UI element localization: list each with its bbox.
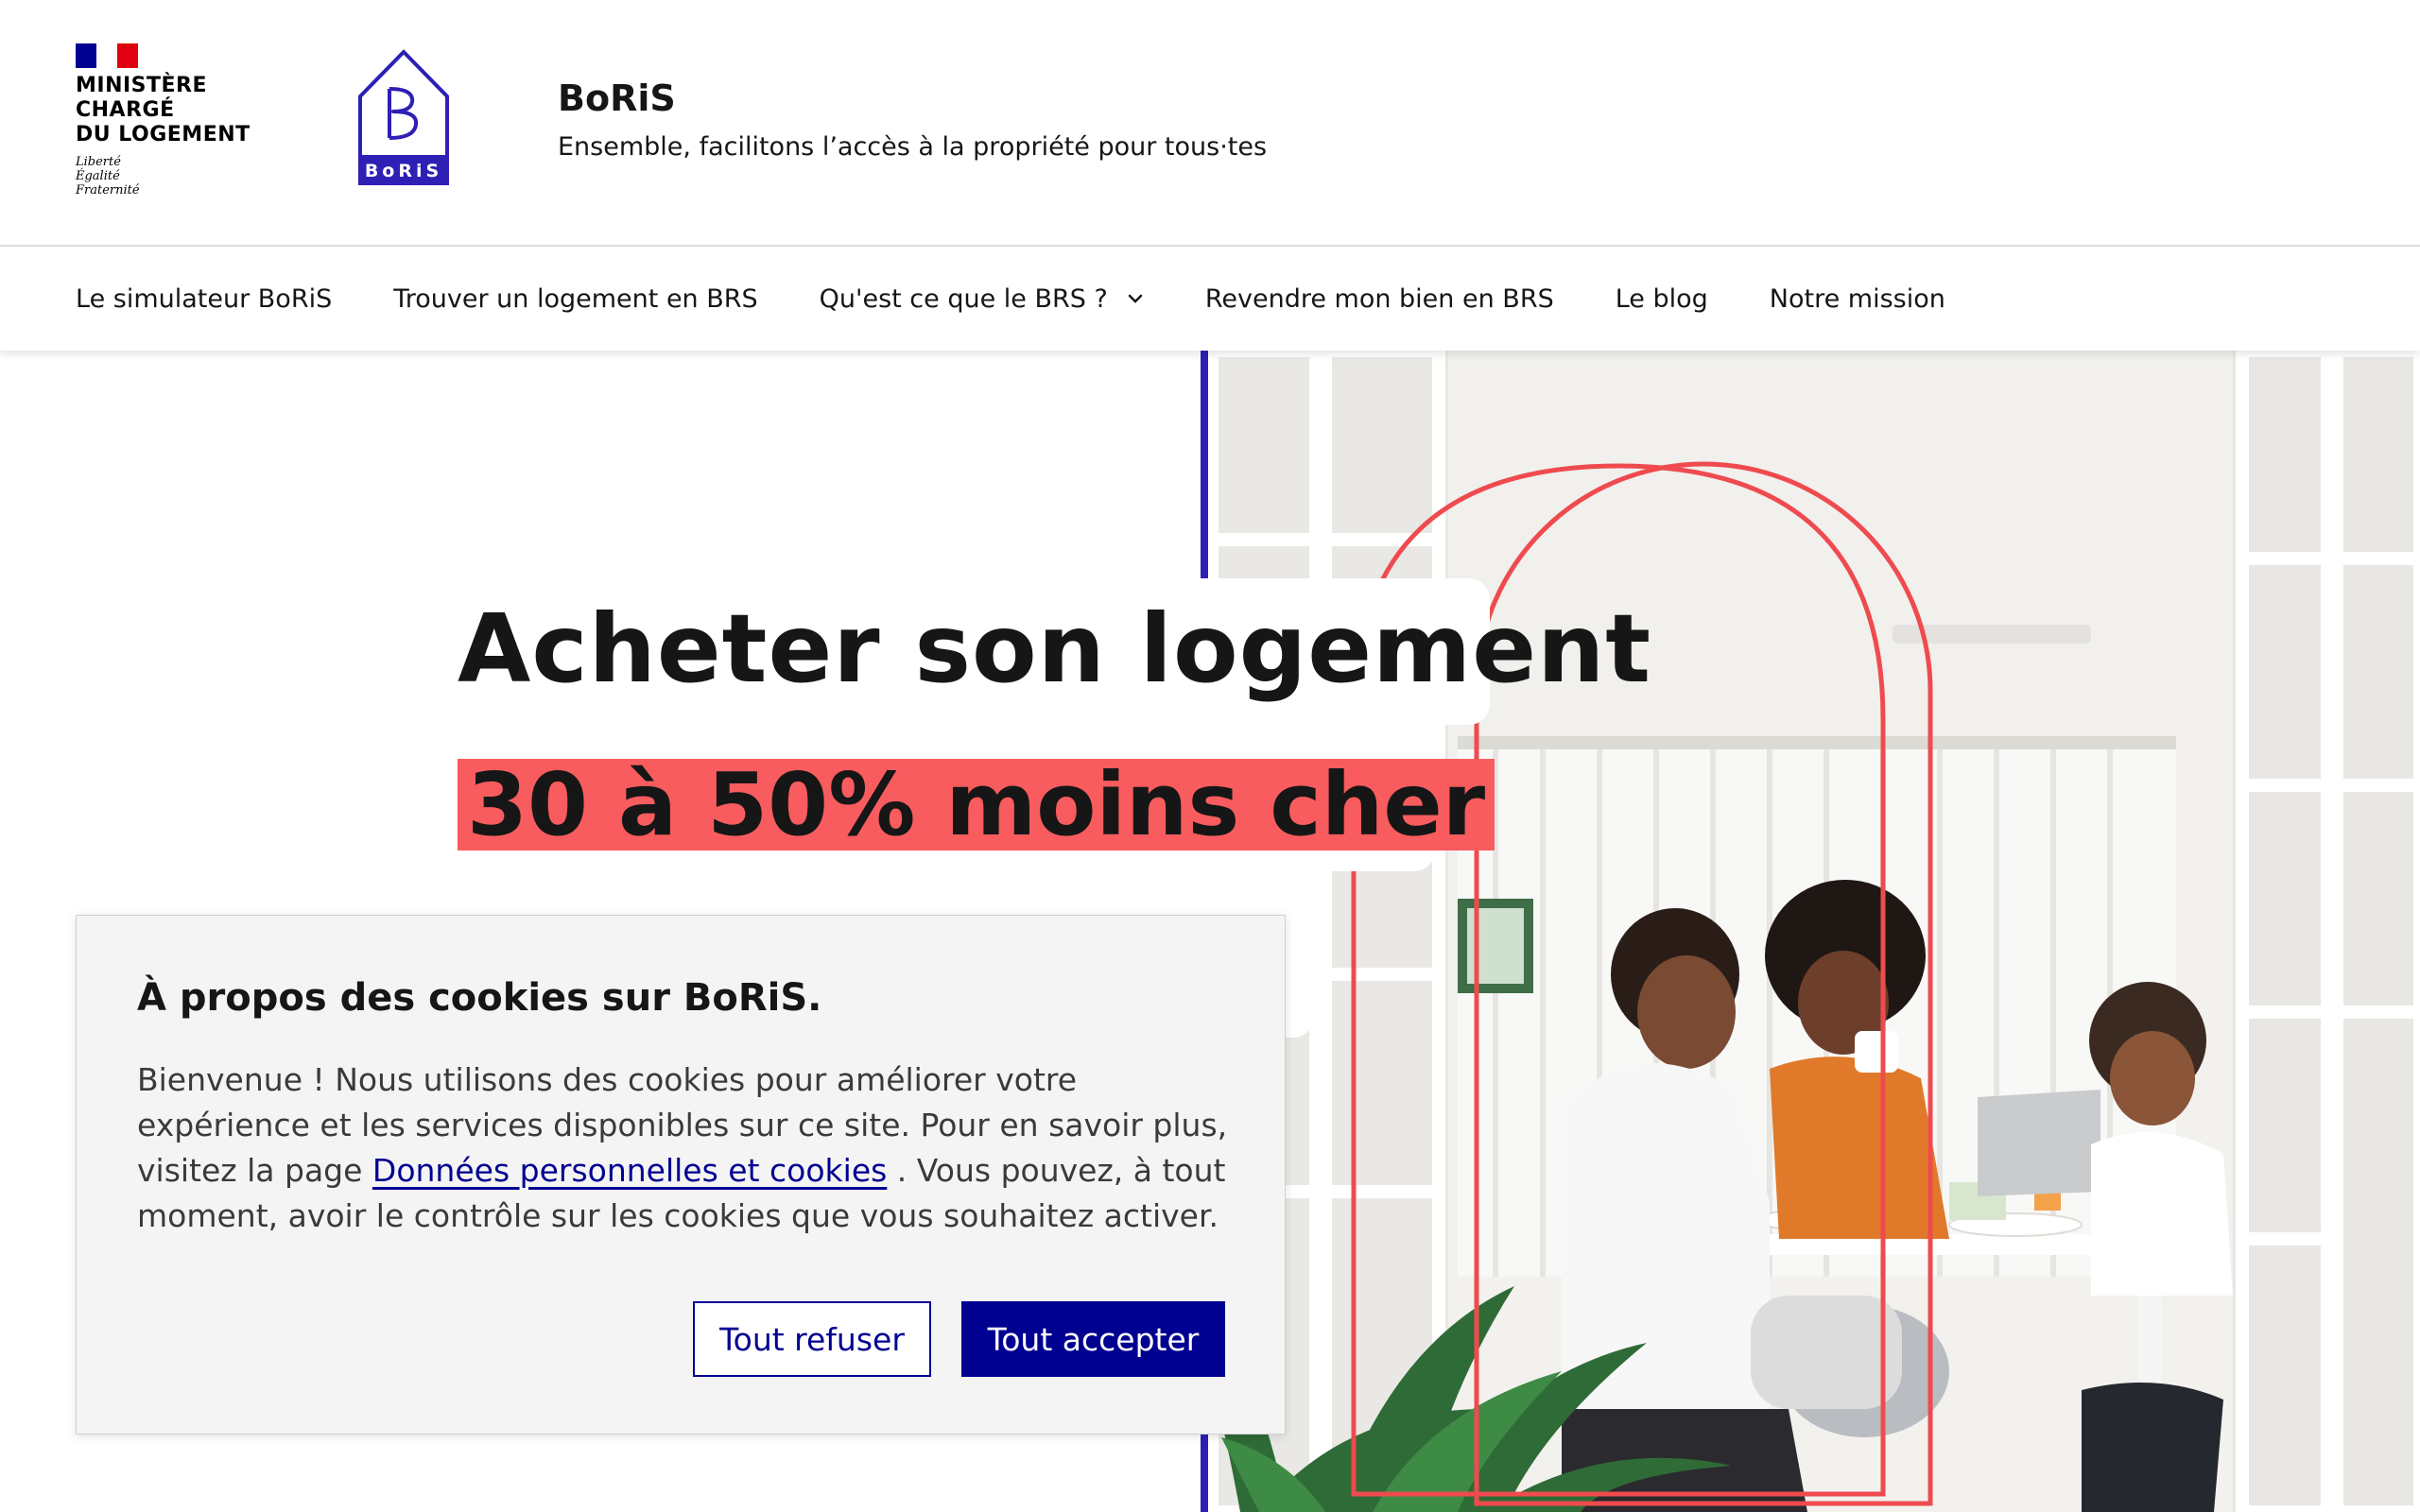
site-header: Ministère chargé du logement Liberté Éga… — [0, 0, 2420, 247]
motto-line: Liberté — [76, 155, 121, 169]
republic-motto: Liberté Égalité Fraternité — [76, 155, 265, 198]
nav-item-label: Qu'est ce que le BRS ? — [819, 284, 1108, 314]
nav-item-simulateur[interactable]: Le simulateur BoRiS — [76, 284, 332, 314]
hero-highlight: 30 à 50% moins cher — [458, 759, 1495, 850]
nav-item-label: Le blog — [1615, 284, 1708, 314]
ministry-name: Ministère chargé du logement — [76, 74, 265, 147]
nav-item-trouver-logement[interactable]: Trouver un logement en BRS — [393, 284, 757, 314]
privacy-policy-link[interactable]: Données personnelles et cookies — [372, 1152, 887, 1189]
site-title[interactable]: BoRiS — [558, 77, 1267, 119]
main-navigation: Le simulateur BoRiS Trouver un logement … — [0, 247, 2420, 351]
french-flag-icon — [76, 43, 138, 68]
nav-item-blog[interactable]: Le blog — [1616, 284, 1708, 314]
accept-all-button[interactable]: Tout accepter — [961, 1301, 1225, 1377]
boris-logo[interactable]: BoRiS — [355, 47, 452, 187]
ministry-line: Ministère — [76, 74, 208, 97]
logo-wordmark: BoRiS — [365, 161, 442, 181]
nav-item-brs-menu[interactable]: Qu'est ce que le BRS ? — [820, 284, 1144, 314]
ministry-line: du logement — [76, 123, 251, 146]
site-tagline: Ensemble, facilitons l’accès à la propri… — [558, 132, 1268, 162]
nav-item-mission[interactable]: Notre mission — [1770, 284, 1945, 314]
ministry-line: chargé — [76, 98, 175, 122]
hero-title: Acheter son logement — [458, 593, 1652, 704]
motto-line: Égalité — [76, 169, 120, 183]
ministry-logo[interactable]: Ministère chargé du logement Liberté Éga… — [76, 43, 265, 198]
family-breakfast-illustration — [1202, 351, 2420, 1512]
nav-item-label: Le simulateur BoRiS — [76, 284, 333, 314]
cookie-description: Bienvenue ! Nous utilisons des cookies p… — [137, 1057, 1243, 1239]
nav-item-label: Notre mission — [1769, 284, 1945, 314]
cookie-title: À propos des cookies sur BoRiS. — [137, 976, 822, 1020]
refuse-all-button[interactable]: Tout refuser — [693, 1301, 931, 1377]
nav-item-label: Trouver un logement en BRS — [393, 284, 758, 314]
cookie-consent-panel: À propos des cookies sur BoRiS. Bienvenu… — [76, 915, 1286, 1435]
hero-image — [1202, 351, 2420, 1512]
nav-item-revendre[interactable]: Revendre mon bien en BRS — [1205, 284, 1554, 314]
brand-block: BoRiS Ensemble, facilitons l’accès à la … — [558, 77, 1267, 162]
chevron-down-icon — [1128, 294, 1143, 303]
motto-line: Fraternité — [76, 183, 140, 198]
nav-item-label: Revendre mon bien en BRS — [1204, 284, 1554, 314]
